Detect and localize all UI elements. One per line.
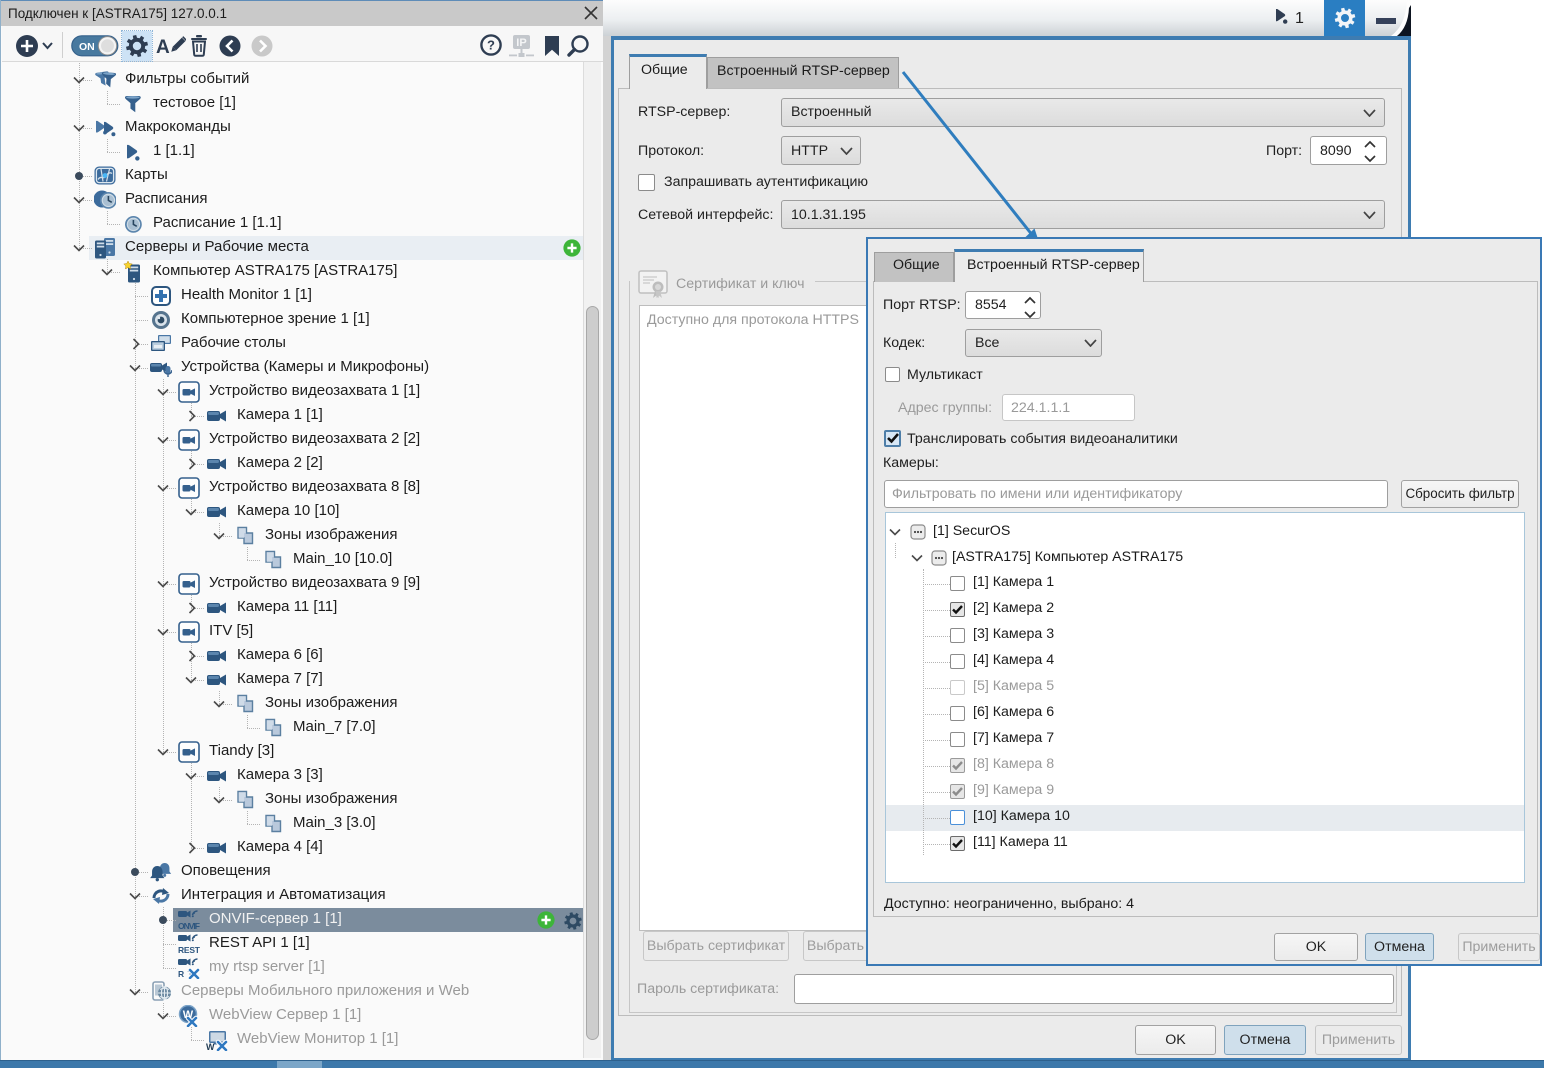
svg-text:?: ? xyxy=(487,38,495,53)
svg-text:W: W xyxy=(206,1042,215,1051)
svg-text:ONVIF: ONVIF xyxy=(178,921,200,931)
svg-text:A: A xyxy=(156,37,170,58)
svg-text:IP: IP xyxy=(516,37,526,49)
svg-text:REST: REST xyxy=(178,945,200,955)
svg-text:ON: ON xyxy=(79,41,95,53)
